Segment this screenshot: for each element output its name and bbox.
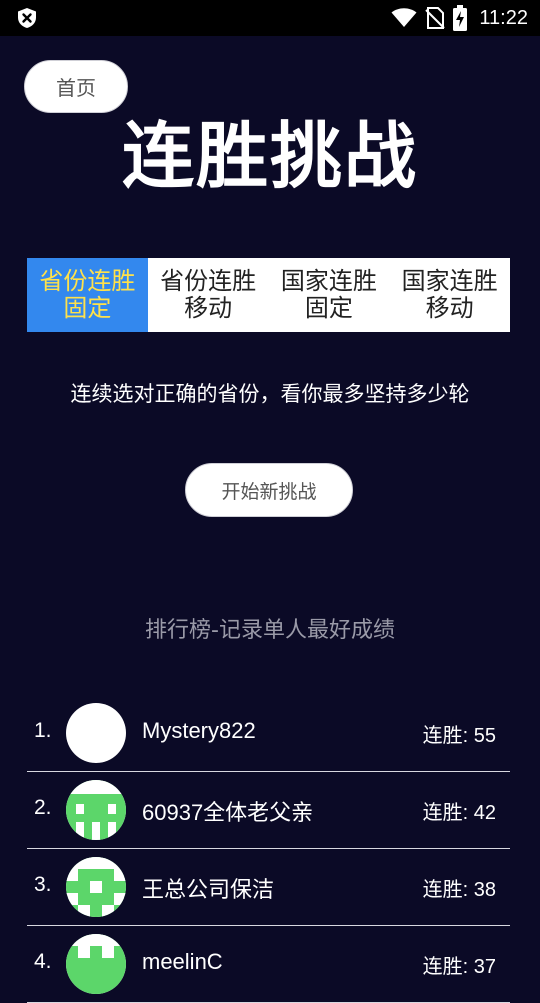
tab-label-line1: 省份连胜 bbox=[160, 267, 257, 295]
leaderboard-row[interactable]: 1. Mystery822 连胜: 55 bbox=[27, 695, 510, 772]
tab-label-line2: 移动 bbox=[184, 294, 233, 322]
leaderboard-title: 排行榜-记录单人最好成绩 bbox=[145, 618, 395, 643]
rank-number: 4. bbox=[34, 950, 52, 973]
avatar bbox=[66, 857, 126, 917]
leaderboard-row[interactable]: 4. meelinC 连胜: 37 bbox=[27, 926, 510, 1003]
status-bar: 11:22 bbox=[0, 0, 540, 36]
tab-label-line1: 国家连胜 bbox=[401, 267, 498, 295]
status-time: 11:22 bbox=[479, 6, 528, 29]
tab-country-fixed[interactable]: 国家连胜 固定 bbox=[269, 258, 390, 332]
page-title: 连胜挑战 bbox=[121, 114, 418, 198]
identicon-icon bbox=[66, 934, 126, 994]
rank-number: 3. bbox=[34, 873, 52, 896]
home-button[interactable]: 首页 bbox=[24, 60, 128, 113]
avatar bbox=[66, 703, 126, 763]
player-name: Mystery822 bbox=[142, 718, 256, 743]
leaderboard-list: 1. Mystery822 连胜: 55 2. 60937全体老父亲 连胜: 4… bbox=[27, 695, 510, 1003]
identicon-icon bbox=[66, 857, 126, 917]
no-sim-icon bbox=[425, 7, 446, 29]
player-name: 60937全体老父亲 bbox=[142, 800, 314, 825]
tab-label-line2: 固定 bbox=[304, 294, 353, 322]
streak-score: 连胜: 55 bbox=[422, 725, 496, 747]
streak-score: 连胜: 38 bbox=[422, 879, 496, 901]
leaderboard-row[interactable]: 3. 王总公司保洁 连胜: 38 bbox=[27, 849, 510, 926]
player-name: 王总公司保洁 bbox=[142, 877, 275, 902]
start-challenge-button[interactable]: 开始新挑战 bbox=[185, 463, 353, 517]
challenge-description: 连续选对正确的省份，看你最多坚持多少轮 bbox=[70, 382, 470, 406]
tab-label-line1: 省份连胜 bbox=[39, 267, 136, 295]
battery-charging-icon bbox=[453, 5, 468, 31]
avatar bbox=[66, 934, 126, 994]
tab-label-line2: 固定 bbox=[63, 294, 112, 322]
tab-province-fixed[interactable]: 省份连胜 固定 bbox=[27, 258, 148, 332]
identicon-icon bbox=[66, 780, 126, 840]
streak-score: 连胜: 42 bbox=[422, 802, 496, 824]
tab-province-moving[interactable]: 省份连胜 移动 bbox=[148, 258, 269, 332]
mode-tabs: 省份连胜 固定 省份连胜 移动 国家连胜 固定 国家连胜 移动 bbox=[27, 258, 510, 332]
tab-label-line2: 移动 bbox=[425, 294, 474, 322]
rank-number: 2. bbox=[34, 796, 52, 819]
leaderboard-row[interactable]: 2. 60937全体老父亲 连胜: 42 bbox=[27, 772, 510, 849]
shield-icon bbox=[18, 8, 36, 28]
tab-country-moving[interactable]: 国家连胜 移动 bbox=[389, 258, 510, 332]
wifi-icon bbox=[391, 8, 417, 27]
tab-label-line1: 国家连胜 bbox=[280, 267, 377, 295]
avatar bbox=[66, 780, 126, 840]
player-name: meelinC bbox=[142, 949, 223, 974]
streak-score: 连胜: 37 bbox=[422, 956, 496, 978]
rank-number: 1. bbox=[34, 719, 52, 742]
